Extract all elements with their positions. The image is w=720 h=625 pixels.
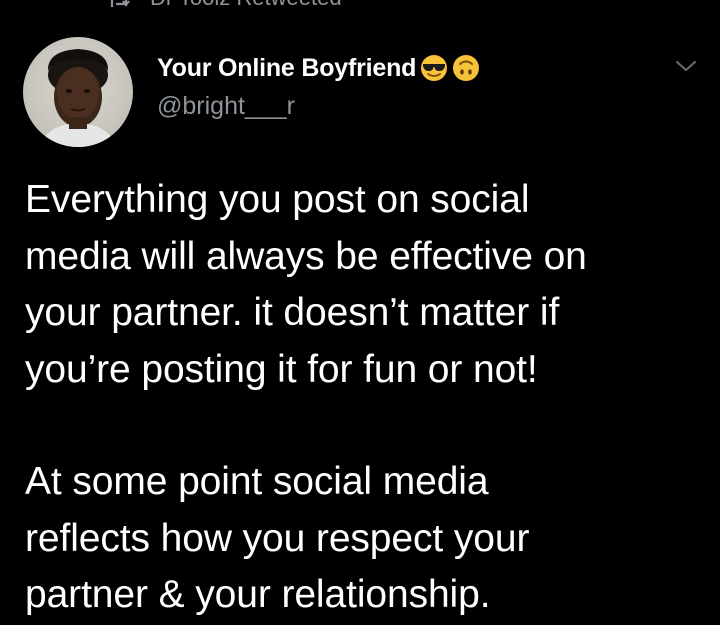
chevron-down-icon[interactable] bbox=[674, 58, 698, 74]
retweet-label: Dr Toolz Retweeted bbox=[150, 0, 342, 11]
retweet-context[interactable]: Dr Toolz Retweeted bbox=[108, 0, 342, 10]
retweet-icon bbox=[108, 0, 130, 7]
avatar[interactable] bbox=[23, 37, 133, 147]
tweet-header: Your Online Boyfriend @bright___r bbox=[157, 50, 480, 121]
smiling-face-with-sunglasses-icon bbox=[420, 54, 448, 82]
display-name-row[interactable]: Your Online Boyfriend bbox=[157, 50, 480, 86]
upside-down-face-icon bbox=[452, 54, 480, 82]
tweet-paragraph-1: Everything you post on social media will… bbox=[25, 178, 587, 391]
tweet-text: Everything you post on social media will… bbox=[25, 172, 705, 624]
display-name[interactable]: Your Online Boyfriend bbox=[157, 54, 416, 83]
user-handle[interactable]: @bright___r bbox=[157, 92, 480, 121]
tweet-paragraph-2: At some point social media reflects how … bbox=[25, 460, 530, 616]
